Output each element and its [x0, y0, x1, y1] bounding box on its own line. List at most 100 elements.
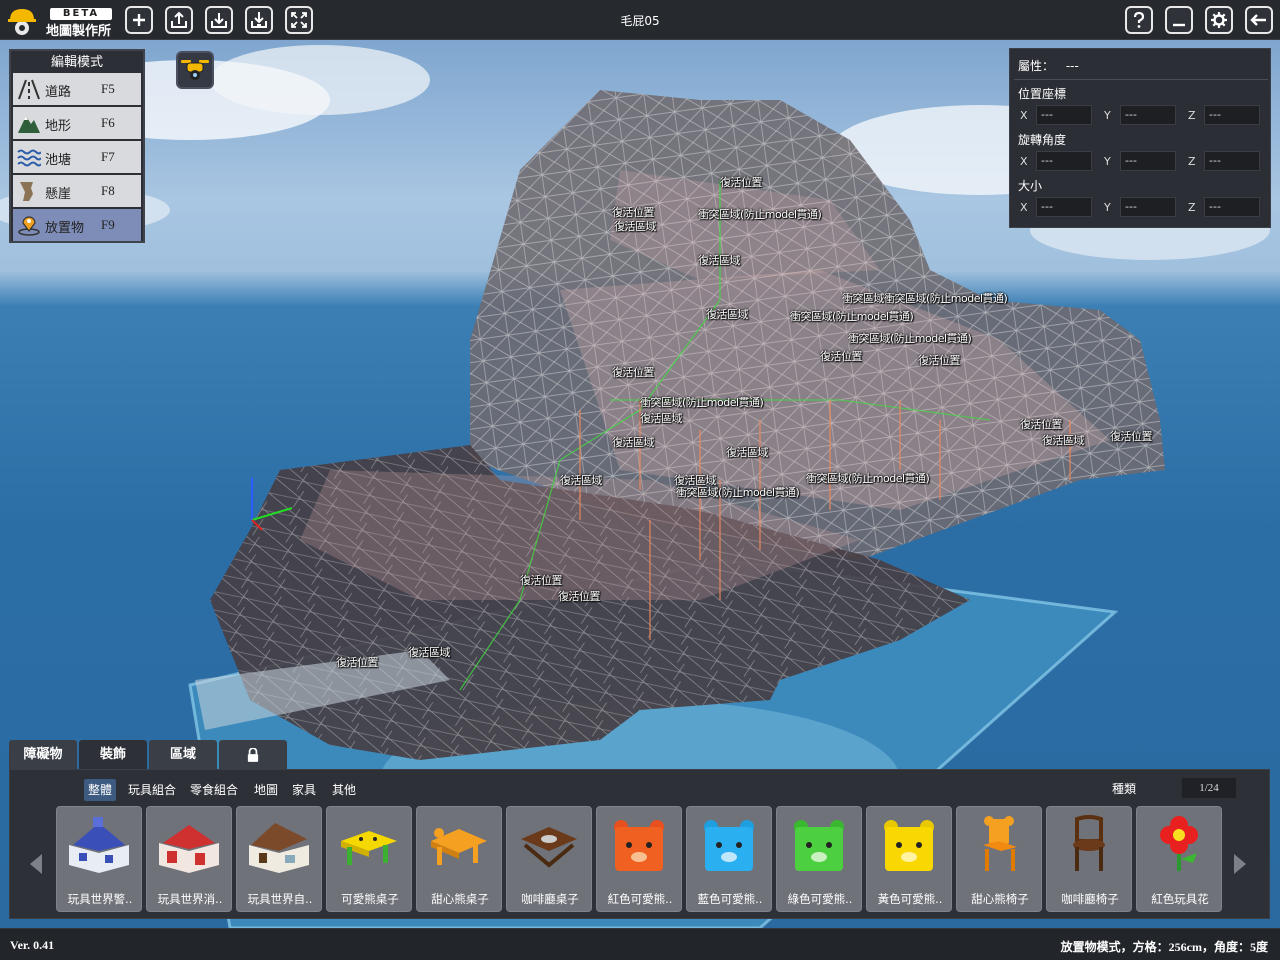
attribute-value: --- [1065, 59, 1079, 73]
map-zone-label: 復活位置 [336, 656, 379, 669]
app-title: 地圖製作所 [46, 24, 112, 39]
exit-button[interactable] [1245, 6, 1273, 34]
subtab-map[interactable]: 地圖 [250, 779, 282, 801]
asset-item[interactable]: 藍色可愛熊.. [686, 806, 772, 912]
hardhat-gear-icon [8, 9, 36, 35]
edit-mode-title: 編輯模式 [11, 51, 143, 73]
subtab-snack-set[interactable]: 零食組合 [186, 779, 242, 801]
asset-name: 咖啡廳椅子 [1061, 892, 1119, 906]
fullscreen-button[interactable] [285, 6, 313, 34]
asset-name: 綠色可愛熊.. [787, 892, 853, 906]
house-icon [249, 823, 309, 873]
next-page-arrow-icon[interactable] [1230, 852, 1250, 876]
mode-status-text: 放置物模式，方格：256cm，角度：5度 [1060, 940, 1268, 954]
mode-pond[interactable]: 池塘 F7 [13, 141, 141, 173]
asset-name: 咖啡廳桌子 [521, 892, 579, 906]
mode-shortcut: F6 [101, 115, 115, 130]
minimize-button[interactable] [1165, 6, 1193, 34]
lock-icon [247, 747, 259, 762]
drone-icon [181, 60, 209, 80]
tab-obstacles[interactable]: 障礙物 [9, 740, 77, 770]
axis-y-label: Y [1104, 201, 1111, 214]
document-title: 毛屁05 [620, 14, 660, 28]
rotation-y-field[interactable]: --- [1120, 151, 1176, 171]
asset-name: 紅色玩具花 [1151, 892, 1209, 906]
map-zone-label: 復活位置 [918, 354, 961, 367]
axis-x-label: X [1020, 155, 1028, 168]
drone-camera-button[interactable] [176, 51, 214, 89]
asset-item[interactable]: 綠色可愛熊.. [776, 806, 862, 912]
subtab-all[interactable]: 整體 [84, 779, 117, 801]
prev-page-arrow-icon[interactable] [26, 852, 46, 876]
size-label: 大小 [1018, 179, 1043, 193]
map-zone-label: 復活區域 [612, 436, 655, 449]
mountain-icon [18, 116, 40, 133]
download-button[interactable] [205, 6, 233, 34]
asset-item[interactable]: 黃色可愛熊.. [866, 806, 952, 912]
bear-table-yellow-icon [341, 831, 397, 865]
size-z-field[interactable]: --- [1204, 197, 1260, 217]
asset-item[interactable]: 玩具世界警.. [56, 806, 142, 912]
rotation-z-field[interactable]: --- [1204, 151, 1260, 171]
mode-shortcut: F8 [101, 183, 115, 198]
subtab-other[interactable]: 其他 [328, 779, 360, 801]
map-zone-label: 復活區域 [706, 308, 749, 321]
map-zone-label: 衝突區域(防止model貫通) [640, 396, 764, 409]
blue-bear-box-icon [704, 820, 754, 871]
rotation-x-field[interactable]: --- [1036, 151, 1092, 171]
asset-item[interactable]: 玩具世界自.. [236, 806, 322, 912]
mode-label: 放置物 [45, 220, 85, 235]
position-x-field[interactable]: --- [1036, 105, 1092, 125]
new-map-button[interactable] [125, 6, 153, 34]
map-zone-label: 復活區域 [726, 446, 769, 459]
subtab-furniture[interactable]: 家具 [288, 779, 320, 801]
place-object-icon [18, 216, 40, 236]
tab-areas[interactable]: 區域 [149, 740, 217, 770]
map-zone-label: 復活區域 [640, 412, 683, 425]
road-icon [18, 79, 40, 100]
tab-locked[interactable] [219, 740, 287, 770]
asset-item[interactable]: 紅色可愛熊.. [596, 806, 682, 912]
asset-item[interactable]: 咖啡廳桌子 [506, 806, 592, 912]
asset-item[interactable]: 紅色玩具花 [1136, 806, 1222, 912]
mode-road[interactable]: 道路 F5 [13, 73, 141, 105]
position-z-field[interactable]: --- [1204, 105, 1260, 125]
fullscreen-icon [291, 12, 307, 28]
minimize-icon [1173, 23, 1185, 27]
map-zone-label: 衝突區域(防止model貫通) [790, 310, 914, 323]
mode-cliff[interactable]: 懸崖 F8 [13, 175, 141, 207]
asset-item[interactable]: 可愛熊桌子 [326, 806, 412, 912]
status-bar: Ver. 0.41 放置物模式，方格：256cm，角度：5度 [0, 928, 1280, 960]
tab-decorations[interactable]: 裝飾 [79, 740, 147, 770]
position-y-field[interactable]: --- [1120, 105, 1176, 125]
map-zone-label: 衝突區域(防止model貫通) [806, 472, 930, 485]
cliff-icon [20, 182, 33, 201]
cafe-chair-icon [1073, 815, 1105, 871]
green-bear-box-icon [794, 820, 844, 871]
mode-terrain[interactable]: 地形 F6 [13, 107, 141, 139]
asset-item[interactable]: 甜心熊桌子 [416, 806, 502, 912]
axis-y-label: Y [1104, 109, 1111, 122]
upload-button[interactable] [165, 6, 193, 34]
size-x-field[interactable]: --- [1036, 197, 1092, 217]
asset-name: 甜心熊椅子 [971, 892, 1029, 906]
upload-icon [171, 11, 187, 28]
settings-button[interactable] [1205, 6, 1233, 34]
help-button[interactable] [1125, 6, 1153, 34]
map-zone-label: 復活位置 [1020, 418, 1063, 431]
size-y-field[interactable]: --- [1120, 197, 1176, 217]
map-zone-label: 衝突區域(防止model貫通) [676, 486, 800, 499]
mode-shortcut: F7 [101, 149, 115, 164]
mode-place-object[interactable]: 放置物 F9 [13, 209, 141, 241]
asset-item[interactable]: 甜心熊椅子 [956, 806, 1042, 912]
axis-x-label: X [1020, 201, 1028, 214]
subtab-toy-set[interactable]: 玩具組合 [124, 779, 180, 801]
bear-chair-icon [983, 816, 1017, 871]
import-button[interactable] [245, 6, 273, 34]
asset-item[interactable]: 玩具世界消.. [146, 806, 232, 912]
asset-name: 可愛熊桌子 [341, 892, 399, 906]
asset-panel: 整體 玩具組合 零食組合 地圖 家具 其他 種類 1/24 玩具世界警.. 玩具… [9, 769, 1270, 919]
asset-item[interactable]: 咖啡廳椅子 [1046, 806, 1132, 912]
mode-shortcut: F9 [101, 217, 115, 232]
map-zone-label: 復活區域 [560, 474, 603, 487]
